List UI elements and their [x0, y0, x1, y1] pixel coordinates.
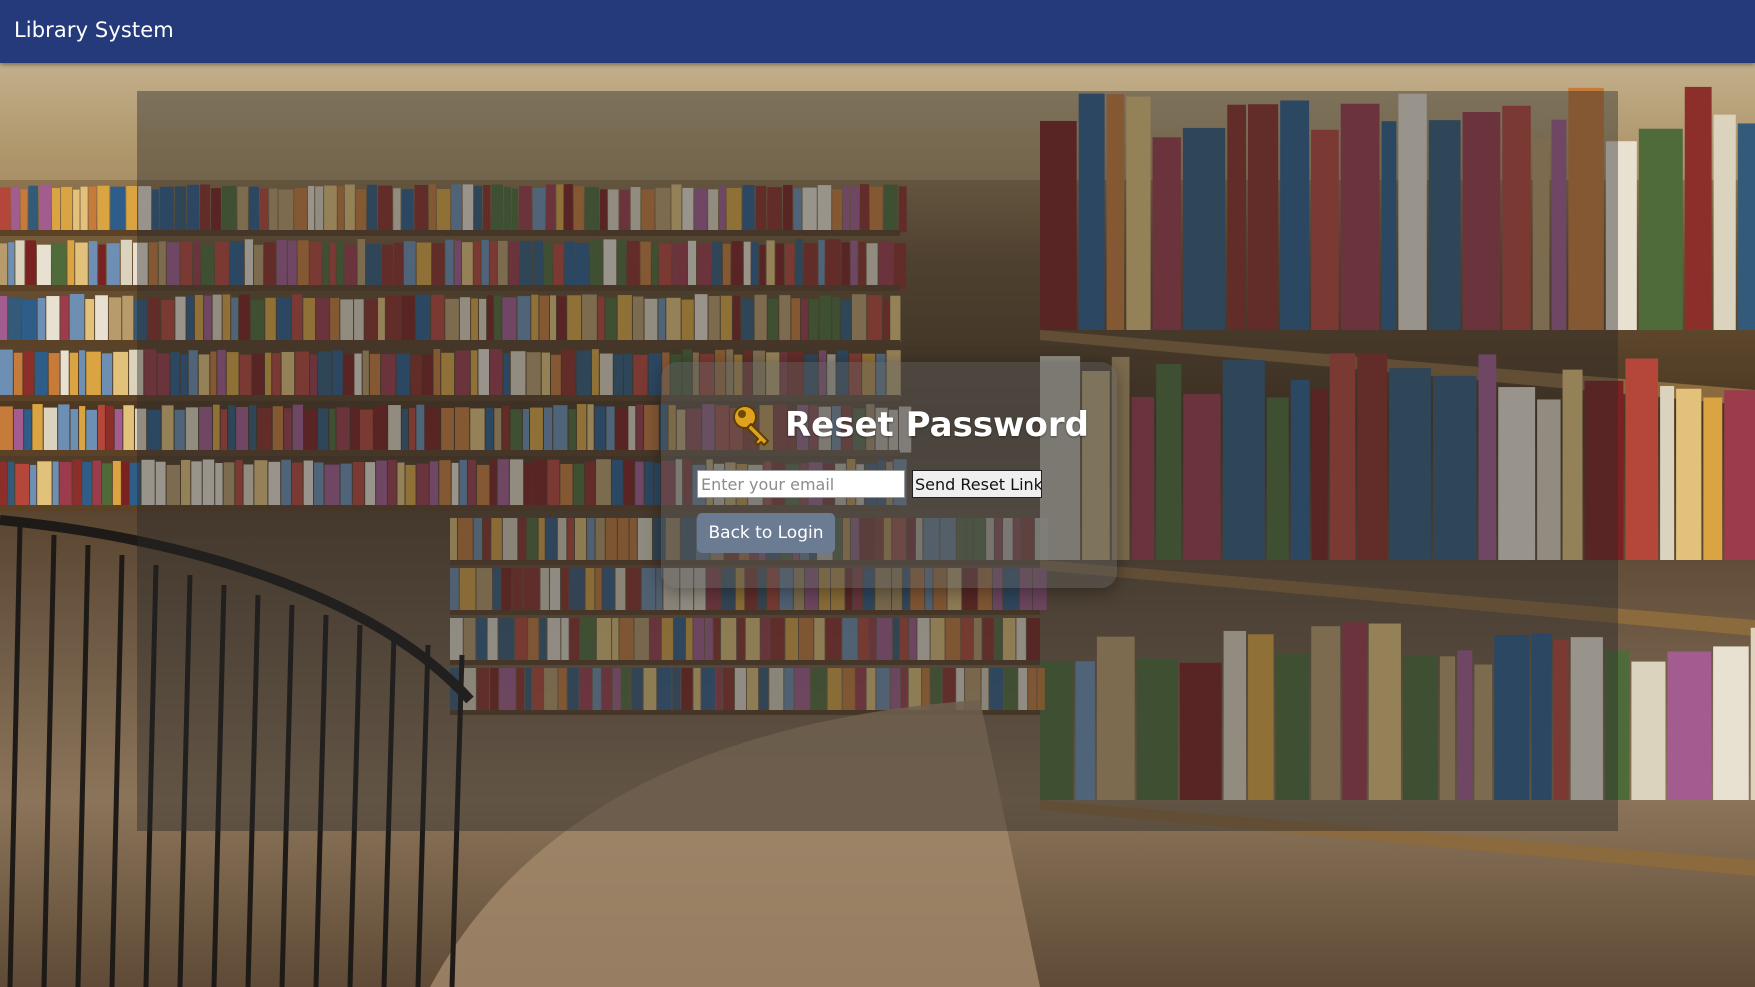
- book-spine: [60, 295, 69, 342]
- book-spine: [20, 189, 28, 236]
- book-spine: [0, 461, 8, 508]
- book-spine: [37, 298, 46, 345]
- book-spine: [13, 352, 23, 399]
- railing-post: [109, 554, 125, 987]
- top-navigation-bar: Library System: [0, 0, 1755, 63]
- book-spine: [60, 350, 69, 397]
- book-spine: [113, 351, 129, 398]
- book-spine: [82, 462, 92, 509]
- book-spine: [95, 295, 108, 342]
- book-spine: [48, 353, 60, 400]
- book-spine: [97, 185, 110, 232]
- book-spine: [70, 409, 79, 456]
- book-spine: [120, 239, 133, 286]
- book-spine: [8, 461, 15, 508]
- page-title: Reset Password: [785, 405, 1089, 445]
- card-header: Reset Password: [731, 400, 1089, 450]
- book-spine: [80, 186, 88, 233]
- book-spine: [15, 240, 25, 287]
- book-spine: [25, 240, 36, 287]
- book-spine: [39, 184, 51, 231]
- book-spine: [0, 243, 8, 290]
- book-spine: [46, 296, 60, 343]
- book-spine: [28, 185, 39, 232]
- book-spine: [0, 406, 13, 453]
- book-spine: [36, 244, 51, 291]
- book-spine: [8, 297, 21, 344]
- book-spine: [21, 299, 37, 346]
- book-spine: [86, 351, 101, 398]
- book-spine: [102, 463, 112, 510]
- railing-post: [7, 524, 23, 987]
- book-spine: [1684, 86, 1712, 330]
- book-spine: [24, 409, 32, 456]
- book-spine: [75, 242, 88, 289]
- book-spine: [88, 186, 97, 233]
- email-input[interactable]: [697, 470, 905, 498]
- railing-post: [41, 534, 57, 987]
- book-spine: [1660, 385, 1675, 560]
- book-spine: [112, 460, 121, 507]
- book-spine: [1676, 388, 1702, 560]
- book-spine: [1625, 358, 1659, 560]
- book-spine: [106, 243, 120, 290]
- back-to-login-button[interactable]: Back to Login: [697, 513, 835, 553]
- book-spine: [92, 460, 102, 507]
- book-spine: [88, 241, 98, 288]
- book-spine: [85, 298, 95, 345]
- book-spine: [61, 186, 73, 233]
- book-spine: [1724, 390, 1755, 560]
- book-spine: [1737, 123, 1755, 331]
- book-spine: [32, 404, 43, 451]
- railing-post: [75, 544, 91, 987]
- book-spine: [52, 461, 59, 508]
- book-spine: [1713, 646, 1749, 800]
- book-spine: [101, 353, 113, 400]
- book-spine: [11, 186, 20, 233]
- book-spine: [69, 294, 85, 341]
- book-spine: [59, 462, 72, 509]
- book-spine: [105, 405, 114, 452]
- book-spine: [37, 461, 52, 508]
- book-spine: [0, 295, 8, 342]
- book-spine: [114, 409, 123, 456]
- book-spine: [8, 242, 15, 289]
- book-spine: [51, 188, 61, 235]
- book-spine: [73, 189, 80, 236]
- book-spine: [34, 351, 48, 398]
- book-spine: [58, 404, 70, 451]
- book-spine: [123, 405, 134, 452]
- book-spine: [1667, 651, 1712, 800]
- book-spine: [69, 352, 79, 399]
- book-spine: [43, 407, 58, 454]
- book-spine: [108, 297, 122, 344]
- book-spine: [0, 349, 13, 396]
- book-spine: [1750, 627, 1755, 800]
- book-spine: [15, 463, 30, 510]
- book-spine: [1703, 397, 1723, 560]
- app-title: Library System: [14, 18, 174, 42]
- book-spine: [1631, 661, 1666, 800]
- book-spine: [51, 243, 67, 290]
- send-reset-link-button[interactable]: Send Reset Link: [912, 470, 1042, 498]
- book-spine: [121, 461, 129, 508]
- book-spine: [0, 187, 11, 234]
- book-spine: [13, 408, 24, 455]
- book-spine: [97, 404, 105, 451]
- book-spine: [30, 464, 37, 511]
- book-spine: [122, 295, 134, 342]
- book-spine: [67, 240, 75, 287]
- key-icon: [733, 405, 769, 446]
- book-spine: [79, 350, 86, 397]
- book-spine: [1713, 114, 1736, 330]
- reset-password-card: Reset Password Send Reset Link Back to L…: [661, 362, 1117, 588]
- book-spine: [72, 459, 82, 506]
- book-spine: [126, 185, 138, 232]
- book-spine: [79, 406, 86, 453]
- book-spine: [23, 350, 34, 397]
- book-spine: [86, 409, 97, 456]
- book-spine: [110, 186, 126, 233]
- book-spine: [98, 244, 106, 291]
- book-spine: [1638, 128, 1683, 330]
